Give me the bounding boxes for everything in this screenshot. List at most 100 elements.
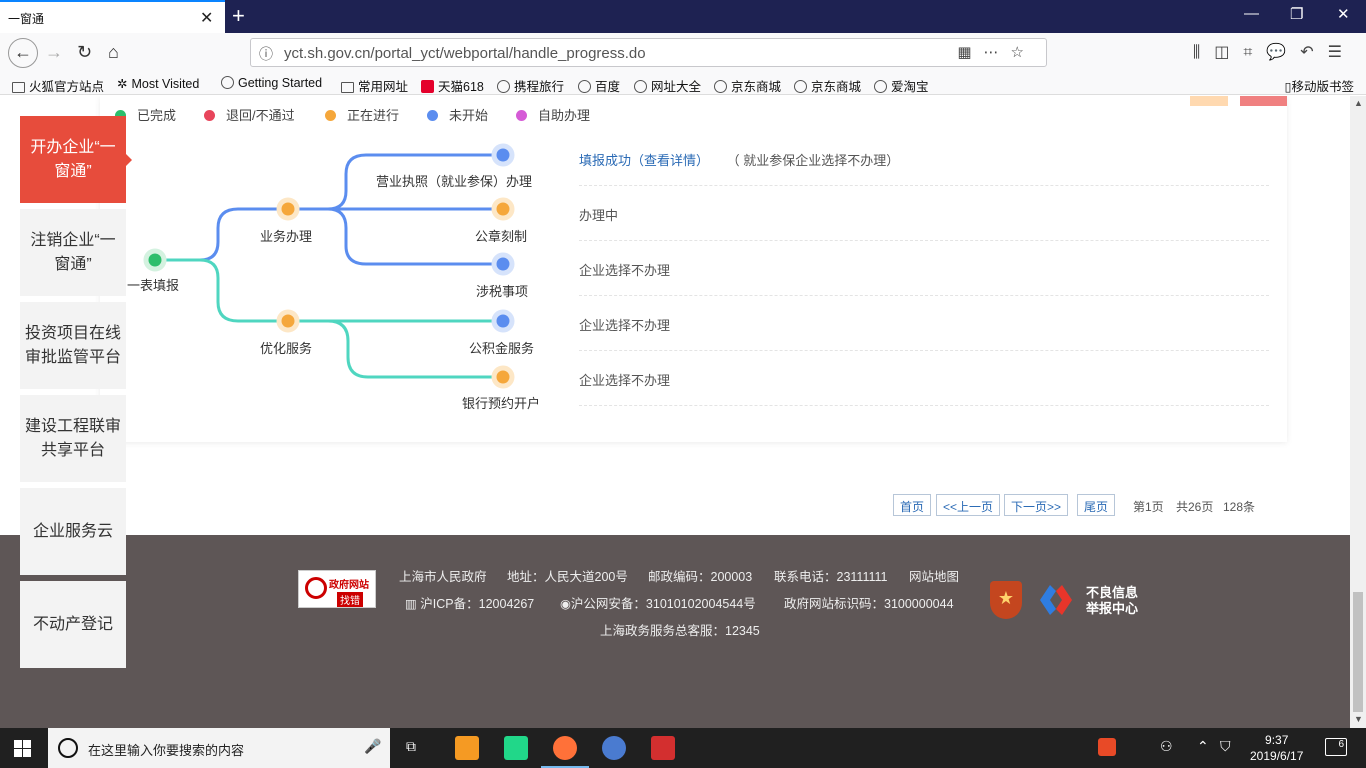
- minimize-icon[interactable]: —: [1244, 5, 1259, 22]
- legend-item: 正在进行: [325, 105, 399, 124]
- mobile-bookmarks[interactable]: ▯移动版书签: [1285, 76, 1354, 95]
- footer-postcode: 邮政编码：200003: [648, 570, 753, 584]
- reload-icon[interactable]: ↻: [77, 42, 92, 63]
- flow-node-license: [491, 143, 515, 167]
- flow-node-optimize: [276, 309, 300, 333]
- qr-code-icon[interactable]: ▦: [957, 44, 983, 61]
- windows-taskbar: 在这里输入你要搜索的内容 🎤 ⧉ ⚇ ⌃ ⛉ 9:37 2019/6/17 6: [0, 728, 1366, 768]
- notification-center-icon[interactable]: 6: [1325, 738, 1347, 756]
- chat-icon[interactable]: 💬: [1266, 44, 1300, 61]
- flow-label-tax: 涉税事项: [476, 284, 529, 299]
- report-center-label[interactable]: 不良信息 举报中心: [1086, 585, 1138, 617]
- bookmark-item[interactable]: ✲ Most Visited: [117, 76, 199, 91]
- sidenav-enterprise-cloud[interactable]: 企业服务云: [20, 488, 126, 575]
- chevron-up-icon[interactable]: ⌃: [1197, 738, 1209, 755]
- flow-label-optimize: 优化服务: [260, 341, 313, 356]
- page-actions-icon[interactable]: ⋯: [984, 44, 1011, 61]
- app-icon-store[interactable]: [455, 736, 479, 760]
- library-icon[interactable]: ⫼: [1193, 44, 1214, 61]
- sidenav-real-estate[interactable]: 不动产登记: [20, 581, 126, 668]
- window-close-icon[interactable]: ✕: [1337, 5, 1350, 23]
- bookmark-item[interactable]: 百度: [578, 76, 620, 95]
- app-icon-browser[interactable]: [602, 736, 626, 760]
- address-bar[interactable]: ⓘ yct.sh.gov.cn/portal_yct/webportal/han…: [250, 38, 1047, 67]
- divider: [579, 350, 1269, 351]
- url-text[interactable]: yct.sh.gov.cn/portal_yct/webportal/handl…: [284, 45, 646, 62]
- undo-icon[interactable]: ↶: [1300, 44, 1327, 61]
- people-icon[interactable]: ⚇: [1160, 738, 1173, 755]
- sogou-input-icon[interactable]: [1098, 738, 1116, 756]
- app-icon-redis[interactable]: [651, 736, 675, 760]
- sidenav-investment-approval[interactable]: 投资项目在线审批监管平台: [20, 302, 126, 389]
- microphone-icon[interactable]: 🎤: [364, 738, 381, 755]
- scrollbar-thumb[interactable]: [1353, 592, 1363, 712]
- footer-address: 地址：人民大道200号: [507, 570, 628, 584]
- flow-edge: [288, 207, 503, 266]
- gear-icon: ✲: [117, 77, 128, 91]
- app-icon-pycharm[interactable]: [504, 736, 528, 760]
- party-emblem-icon[interactable]: ★: [990, 581, 1022, 619]
- bookmark-item[interactable]: 京东商城: [714, 76, 781, 95]
- menu-icon[interactable]: ☰: [1328, 44, 1356, 61]
- status-note: （ 就业参保企业选择不办理）: [726, 153, 900, 168]
- report-center-logo-icon[interactable]: [1036, 583, 1076, 617]
- close-tab-icon[interactable]: ✕: [200, 8, 213, 28]
- new-tab-icon[interactable]: +: [232, 3, 245, 29]
- footer-icp[interactable]: ▥ 沪ICP备：12004267: [405, 593, 534, 612]
- total-pages: 共26页: [1176, 500, 1214, 514]
- taskbar-search[interactable]: 在这里输入你要搜索的内容 🎤: [48, 728, 390, 768]
- system-clock[interactable]: 9:37 2019/6/17: [1250, 732, 1303, 764]
- sidenav-open-business[interactable]: 开办企业“一窗通”: [20, 116, 132, 203]
- home-icon[interactable]: ⌂: [108, 42, 119, 63]
- bookmark-item[interactable]: 爱淘宝: [874, 76, 929, 95]
- flow-label-bank: 银行预约开户: [462, 396, 541, 411]
- site-info-icon[interactable]: ⓘ: [259, 44, 273, 64]
- next-page-button[interactable]: 下一页>>: [1004, 494, 1069, 516]
- gov-site-error-report-badge[interactable]: 政府网站 找错: [298, 570, 376, 608]
- site-footer: 政府网站 找错 上海市人民政府 地址：人民大道200号 邮政编码：200003 …: [0, 535, 1350, 728]
- card-action-button[interactable]: [1240, 96, 1287, 106]
- bookmark-item[interactable]: 火狐官方站点: [12, 76, 104, 95]
- page-scrollbar[interactable]: ▲ ▼: [1350, 96, 1366, 728]
- view-details-link[interactable]: 填报成功（查看详情）: [579, 153, 709, 168]
- cortana-icon: [58, 738, 78, 758]
- flow-label-root: 一表填报: [127, 278, 180, 293]
- restore-icon[interactable]: ❐: [1290, 5, 1303, 23]
- sidebar-icon[interactable]: ◫: [1214, 44, 1243, 61]
- sidenav-close-business[interactable]: 注销企业“一窗通”: [20, 209, 126, 296]
- scroll-up-icon[interactable]: ▲: [1354, 98, 1363, 108]
- status-row-seal: 办理中: [579, 208, 619, 223]
- bookmark-item[interactable]: 京东商城: [794, 76, 861, 95]
- card-action-button[interactable]: [1190, 96, 1228, 106]
- sidenav-construction-review[interactable]: 建设工程联审共享平台: [20, 395, 126, 482]
- back-icon[interactable]: ←: [8, 38, 38, 68]
- status-row-license: 填报成功（查看详情） （ 就业参保企业选择不办理）: [579, 150, 899, 169]
- footer-sitemap-link[interactable]: 网站地图: [909, 566, 959, 585]
- search-input[interactable]: 在这里输入你要搜索的内容: [88, 740, 244, 759]
- bookmark-star-icon[interactable]: ☆: [1011, 44, 1036, 61]
- last-page-button[interactable]: 尾页: [1077, 494, 1116, 516]
- url-actions: ▦⋯☆: [957, 43, 1036, 61]
- windows-start-icon[interactable]: [14, 740, 31, 757]
- tab-active[interactable]: 一窗通 ✕: [0, 0, 225, 33]
- task-view-icon[interactable]: ⧉: [406, 738, 416, 755]
- icp-icon: ▥: [405, 597, 421, 611]
- globe-icon: [221, 76, 234, 89]
- footer-link[interactable]: 上海市人民政府: [399, 566, 487, 585]
- security-shield-icon[interactable]: ⛉: [1220, 738, 1231, 755]
- bookmark-item[interactable]: 携程旅行: [497, 76, 564, 95]
- bookmark-item[interactable]: 常用网址: [341, 76, 408, 95]
- footer-police[interactable]: ◉沪公网安备：31010102004544号: [560, 593, 756, 612]
- first-page-button[interactable]: 首页: [893, 494, 932, 516]
- scroll-down-icon[interactable]: ▼: [1354, 714, 1363, 724]
- forward-icon[interactable]: →: [45, 42, 63, 63]
- bookmark-item[interactable]: Getting Started: [221, 76, 322, 90]
- globe-icon: [634, 80, 647, 93]
- globe-icon: [497, 80, 510, 93]
- bookmark-item[interactable]: 网址大全: [634, 76, 701, 95]
- bookmark-item[interactable]: 天猫618: [421, 76, 484, 95]
- tmall-icon: [421, 80, 434, 93]
- screenshot-icon[interactable]: ⌗: [1243, 44, 1266, 61]
- app-icon-firefox[interactable]: [541, 736, 589, 768]
- prev-page-button[interactable]: <<上一页: [936, 494, 1001, 516]
